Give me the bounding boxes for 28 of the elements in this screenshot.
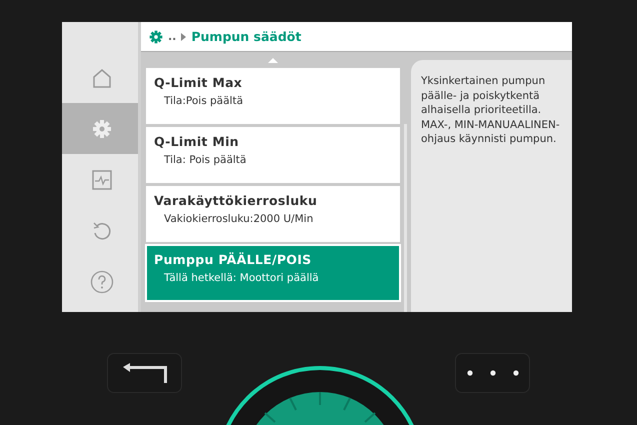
menu-item-title: Q-Limit Min (154, 134, 240, 149)
menu-item-status: Tila: Pois päältä (163, 154, 248, 166)
gear-icon (92, 118, 112, 138)
more-dots-icon (466, 370, 518, 376)
menu-item[interactable]: Pumppu PÄÄLLE/POIS Tällä hetkellä: Moottori päällä (146, 245, 400, 301)
page-title: Pumpun säädöt (191, 29, 302, 44)
gear-icon (149, 30, 163, 44)
menu-item-status: Tila:Pois päältä (163, 95, 244, 107)
menu-item-title: Varakäyttökierrosluku (154, 193, 318, 208)
undo-icon (91, 220, 113, 242)
more-button[interactable] (455, 353, 530, 393)
help-text: Yksinkertainen pumpun päälle- ja poiskytkentä alhaisella prioriteetilla. MAX-, MIN-MANUAALINEN-ohjaus käynnisti pumpun. (411, 60, 572, 312)
menu-item-title: Pumppu PÄÄLLE/POIS (154, 252, 312, 267)
menu-item-status: Vakiokierrosluku:2000 U/Min (163, 213, 314, 225)
scroll-up-icon[interactable] (268, 58, 278, 63)
chevron-right-icon (181, 32, 186, 40)
menu-item[interactable]: Varakäyttökierrosluku Vakiokierrosluku:2000 U/Min (146, 186, 400, 242)
breadcrumb[interactable]: .. (168, 30, 176, 43)
menu-item-title: Q-Limit Max (154, 75, 244, 90)
menu-item[interactable]: Q-Limit Max Tila:Pois päältä (146, 68, 400, 124)
back-button[interactable] (107, 353, 182, 393)
help-icon (90, 270, 114, 294)
menu-item[interactable]: Q-Limit Min Tila: Pois päältä (146, 127, 400, 183)
sidebar-item[interactable] (62, 103, 138, 154)
return-arrow-icon (120, 362, 168, 384)
menu-item-status: Tällä hetkellä: Moottori päällä (163, 272, 320, 284)
home-icon (91, 66, 113, 88)
pulse-chart-icon (91, 168, 113, 190)
